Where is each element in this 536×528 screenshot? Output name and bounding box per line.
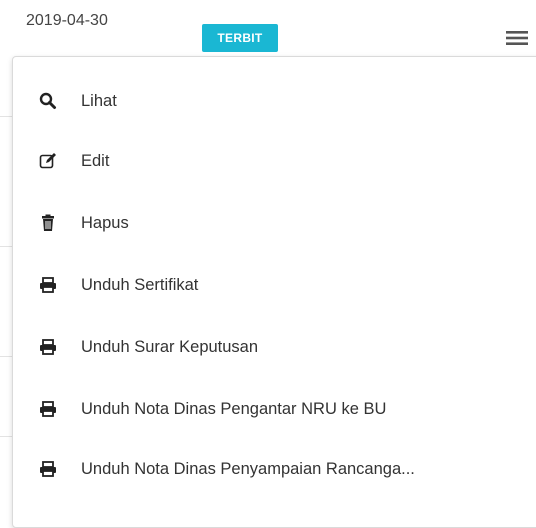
print-icon: [39, 338, 57, 356]
menu-item-label: Unduh Nota Dinas Pengantar NRU ke BU: [81, 400, 387, 418]
menu-item-label: Edit: [81, 152, 110, 170]
hamburger-icon: [506, 31, 528, 45]
date-cell: 2019-04-30: [26, 12, 108, 29]
menu-item-hapus[interactable]: Hapus: [13, 203, 533, 243]
menu-item-label: Unduh Sertifikat: [81, 276, 199, 294]
trash-icon: [39, 214, 57, 232]
menu-item-lihat[interactable]: Lihat: [13, 81, 533, 121]
menu-item-label: Hapus: [81, 214, 129, 232]
row-divider: [0, 246, 12, 247]
menu-item-unduh-nota-pengantar[interactable]: Unduh Nota Dinas Pengantar NRU ke BU: [13, 389, 533, 429]
menu-item-label: Lihat: [81, 92, 117, 110]
menu-item-unduh-surat-keputusan[interactable]: Unduh Surar Keputusan: [13, 327, 533, 367]
row-divider: [0, 356, 12, 357]
menu-item-label: Unduh Surar Keputusan: [81, 338, 259, 356]
menu-item-unduh-nota-penyampaian[interactable]: Unduh Nota Dinas Penyampaian Rancanga...: [13, 449, 533, 489]
menu-item-edit[interactable]: Edit: [13, 141, 533, 181]
actions-menu-button[interactable]: [506, 28, 536, 48]
row-divider: [0, 436, 12, 437]
print-icon: [39, 400, 57, 418]
actions-dropdown-menu: Lihat Edit Hapus Unduh Sertifikat Unduh …: [12, 56, 536, 528]
status-badge: TERBIT: [202, 24, 278, 52]
print-icon: [39, 276, 57, 294]
row-divider: [0, 116, 12, 117]
menu-item-label: Unduh Nota Dinas Penyampaian Rancanga...: [81, 460, 415, 478]
search-icon: [39, 92, 57, 110]
print-icon: [39, 460, 57, 478]
menu-item-unduh-sertifikat[interactable]: Unduh Sertifikat: [13, 265, 533, 305]
edit-icon: [39, 152, 57, 170]
